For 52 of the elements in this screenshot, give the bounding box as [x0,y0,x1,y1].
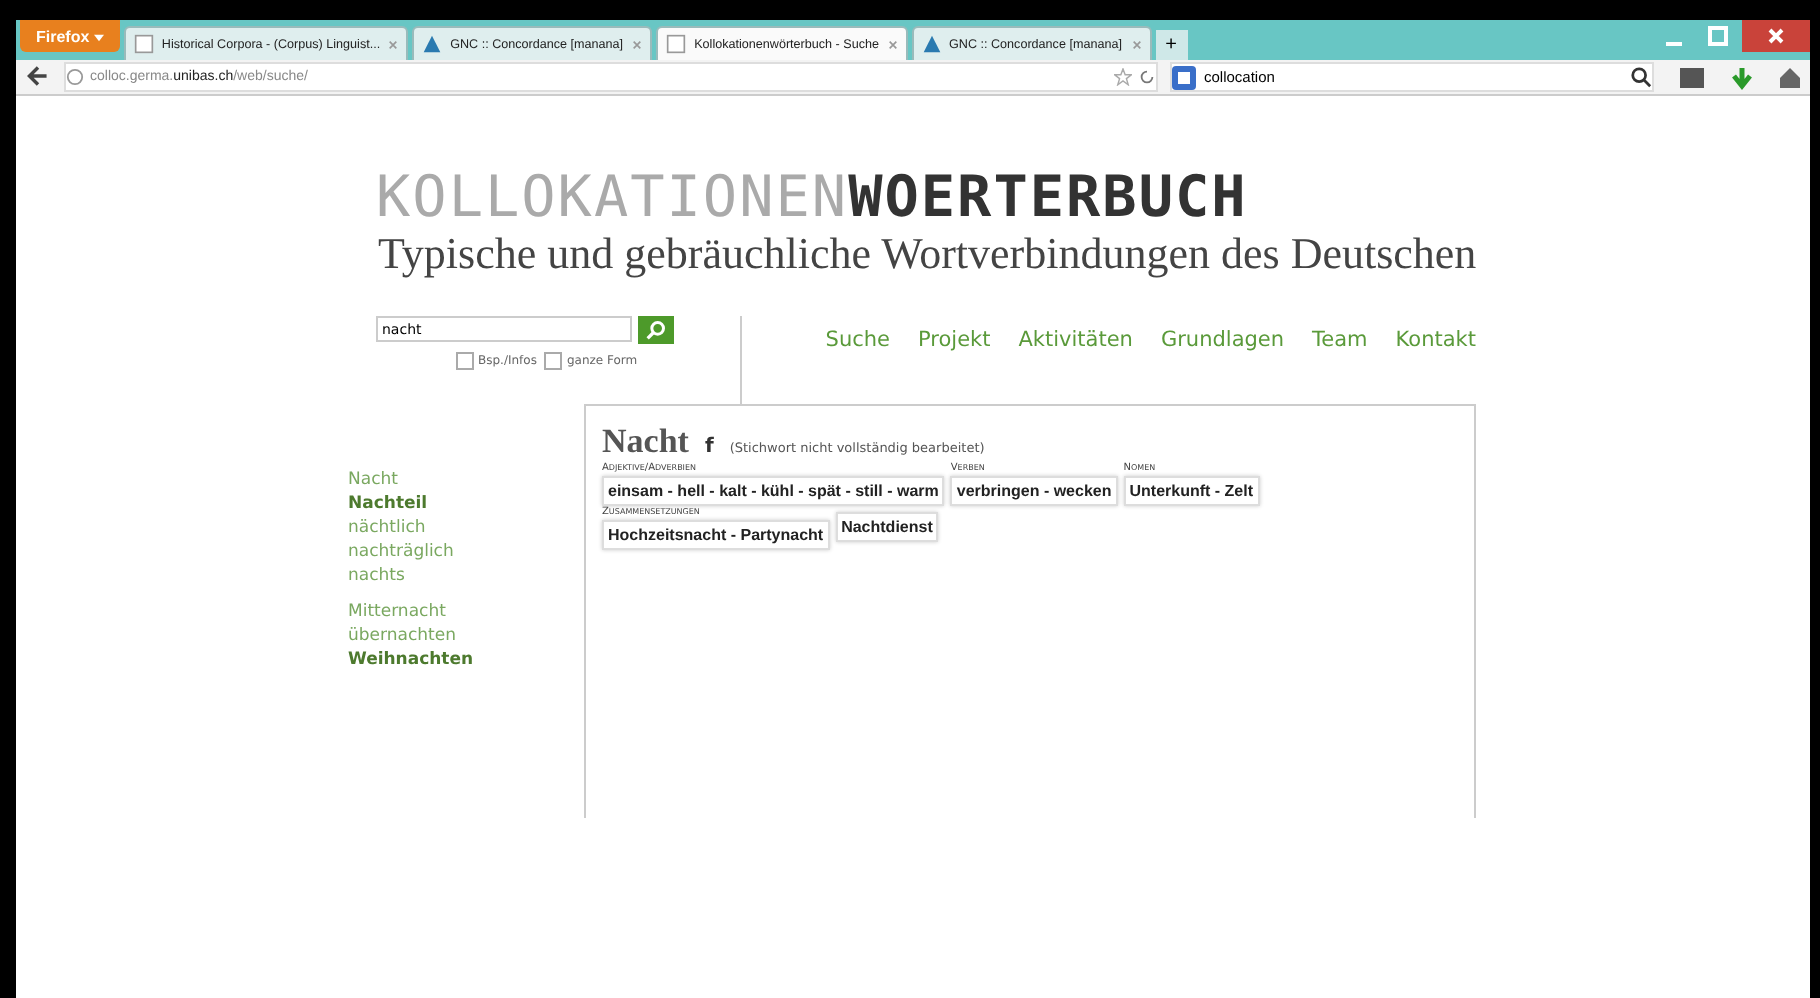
checkbox[interactable] [544,352,563,370]
bookmarks-icon[interactable] [1678,65,1706,89]
headword: Nacht [602,422,689,462]
collocation-box: Hochzeitsnacht - Partynacht [602,520,830,550]
search-icon [646,320,666,340]
close-tab-icon[interactable] [1131,39,1142,49]
close-button[interactable] [1742,20,1810,52]
search-engine-icon[interactable] [1172,65,1196,89]
checkbox[interactable] [456,352,474,370]
nav-link[interactable]: Grundlagen [1160,328,1285,404]
nav-link[interactable]: Team [1312,328,1368,404]
home-icon[interactable] [1778,65,1802,89]
download-icon[interactable] [1730,65,1754,89]
close-tab-icon[interactable] [388,39,399,49]
word-link[interactable]: Mitternacht [348,600,584,624]
word-link[interactable]: nachts [348,564,584,588]
word-link[interactable]: Nacht [348,468,584,492]
collocation-box: Nachtdienst [835,512,939,542]
triangle-icon [422,34,443,54]
logo-text: KOLLOKATIONEN [376,164,849,230]
globe-icon [66,68,84,86]
caret-icon [93,33,104,41]
reload-icon[interactable] [1138,68,1156,86]
firefox-menu-button[interactable]: Firefox [20,20,120,52]
gender-label: f [704,436,714,458]
minimize-icon [1666,41,1682,45]
word-link[interactable]: nachträglich [348,540,584,564]
triangle-icon [921,34,942,54]
nav-link[interactable]: Aktivitäten [1018,328,1133,404]
collocation-box: Unterkunft - Zelt [1123,476,1260,506]
search-button[interactable] [638,316,674,344]
word-link[interactable]: übernachten [348,624,584,648]
page-icon [133,34,154,54]
collocation-box: einsam - hell - kalt - kühl - spät - still - warm [602,476,945,506]
close-tab-icon[interactable] [632,39,643,49]
close-tab-icon[interactable] [887,39,898,49]
collocation-box: verbringen - wecken [950,476,1118,506]
word-link[interactable]: nächtlich [348,516,584,540]
maximize-icon [1708,25,1728,45]
nav-link[interactable]: Projekt [918,328,991,404]
page-icon [666,34,687,54]
logo-text: WOERTERBUCH [848,164,1248,230]
new-tab-button[interactable]: + [1155,30,1188,60]
word-link[interactable]: Nachteil [348,492,584,516]
search-icon[interactable] [1630,66,1652,88]
star-icon[interactable] [1114,68,1132,86]
nav-link[interactable]: Kontakt [1395,328,1476,404]
nav-link[interactable]: Suche [825,328,891,404]
word-link[interactable]: Weihnachten [348,648,584,672]
close-icon [1766,25,1786,45]
back-button[interactable] [24,63,52,91]
tagline: Typische und gebräuchliche Wortverbindungen des Deutschen [378,228,1479,280]
